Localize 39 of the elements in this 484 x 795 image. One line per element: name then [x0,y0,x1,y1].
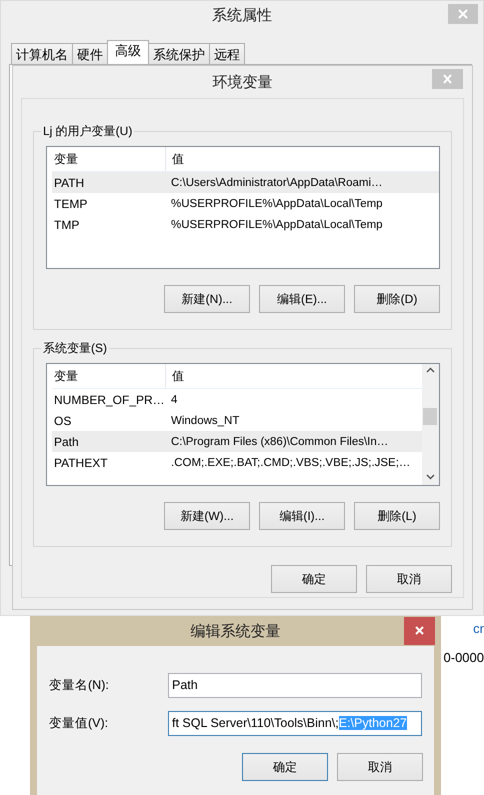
dialog-button[interactable]: 编辑(E)... [259,285,345,313]
value-field[interactable]: ft SQL Server\110\Tools\Binn\;E:\Python27 [168,711,422,736]
window-title: 编辑系统变量 [190,622,280,640]
list-row[interactable]: OS Windows_NT [52,410,422,431]
list-row[interactable]: PATH C:\Users\Administrator\AppData\Roami… [52,172,439,193]
tab[interactable]: 系统保护 [148,43,210,64]
window-title: 系统属性 [212,6,272,24]
dialog-button[interactable]: 取消 [366,565,452,593]
dialog-button[interactable]: 新建(W)... [164,502,250,530]
close-icon[interactable] [404,617,435,645]
dialog-button[interactable]: 删除(D) [354,285,440,313]
scrollbar[interactable] [422,364,439,485]
group-label: Lj 的用户变量(U) [41,123,134,140]
dialog-button[interactable]: 新建(N)... [164,285,250,313]
dialog-button[interactable]: 编辑(I)... [259,502,345,530]
field-label: 变量值(V): [49,715,110,732]
tab[interactable]: 远程 [209,43,245,64]
window-title: 环境变量 [212,72,272,92]
list-row[interactable]: Path C:\Program Files (x86)\Common Files\In… [52,431,422,452]
dialog-button[interactable]: 确定 [271,565,357,593]
column-header[interactable]: 值 [166,150,184,168]
dialog-button[interactable]: 删除(L) [354,502,440,530]
list-row[interactable]: TEMP %USERPROFILE%\AppData\Local\Temp [52,193,439,214]
list-row[interactable]: TMP %USERPROFILE%\AppData\Local\Temp [52,214,439,235]
column-header[interactable]: 值 [166,368,184,384]
dialog-button[interactable]: 确定 [242,753,328,781]
dialog-button[interactable]: 取消 [337,753,423,781]
tab[interactable]: 硬件 [72,43,108,64]
text-fragment: 0-0000 [444,650,484,665]
list-row[interactable]: PATHEXT .COM;.EXE;.BAT;.CMD;.VBS;.VBE;.JS;.JSE;… [52,452,422,473]
column-header[interactable]: 变量 [52,364,166,388]
field-label: 变量名(N): [49,677,110,694]
column-header[interactable]: 变量 [52,147,166,171]
name-field[interactable]: Path [168,673,422,698]
tab[interactable]: 高级 [107,40,149,64]
tab[interactable]: 计算机名 [11,43,73,64]
group-label: 系统变量(S) [41,340,109,357]
link-fragment[interactable]: cr [473,621,484,636]
list-row[interactable]: NUMBER_OF_PR… 4 [52,389,422,410]
